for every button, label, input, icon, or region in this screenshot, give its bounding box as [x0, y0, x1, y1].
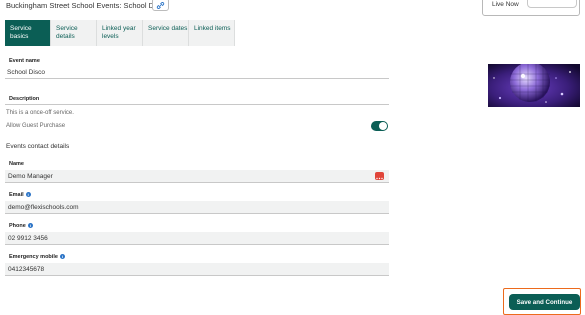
tab-linked-items[interactable]: Linked items: [189, 20, 235, 46]
emergency-value: 0412345678: [8, 266, 45, 273]
tab-service-details[interactable]: Service details: [51, 20, 97, 46]
phone-label-row: Phone i: [9, 223, 33, 229]
guest-purchase-label: Allow Guest Purchase: [6, 123, 66, 129]
live-now-toggle[interactable]: [527, 0, 577, 8]
contact-name-label: Name: [9, 161, 24, 167]
tab-service-basics[interactable]: Service basics: [5, 20, 51, 46]
event-image: [488, 64, 580, 107]
email-label: Email: [9, 192, 24, 198]
contact-name-value: Demo Manager: [8, 173, 53, 180]
email-label-row: Email i: [9, 192, 31, 198]
info-icon[interactable]: i: [27, 223, 33, 229]
email-field[interactable]: demo@flexischools.com: [5, 201, 389, 214]
phone-label: Phone: [9, 223, 26, 229]
contact-more-button[interactable]: [375, 172, 384, 180]
live-now-label: Live Now: [492, 1, 519, 8]
description-input[interactable]: [5, 98, 389, 105]
emergency-mobile-field[interactable]: 0412345678: [5, 263, 389, 276]
guest-purchase-toggle[interactable]: [371, 121, 388, 131]
contact-name-field[interactable]: Demo Manager: [5, 170, 389, 183]
emergency-label-row: Emergency mobile i: [9, 254, 65, 260]
page-title: Buckingham Street School Events: School …: [6, 1, 168, 10]
description-value: This is a once-off service.: [6, 110, 74, 116]
tab-linked-year-levels[interactable]: Linked year levels: [97, 20, 143, 46]
service-tabs: Service basics Service details Linked ye…: [5, 20, 235, 46]
info-icon[interactable]: i: [25, 192, 31, 198]
save-and-continue-button[interactable]: Save and Continue: [509, 294, 580, 310]
tab-service-dates[interactable]: Service dates: [143, 20, 189, 46]
event-name-label: Event name: [9, 58, 40, 64]
copy-link-button[interactable]: [152, 0, 169, 11]
emergency-label: Emergency mobile: [9, 254, 58, 260]
link-icon: [156, 0, 165, 14]
contact-section-title: Events contact details: [6, 143, 70, 150]
info-icon[interactable]: i: [59, 254, 65, 260]
phone-value: 02 9912 3456: [8, 235, 48, 242]
email-value: demo@flexischools.com: [8, 204, 79, 211]
more-dots-icon: [376, 167, 383, 185]
event-name-input[interactable]: School Disco: [5, 67, 389, 79]
toggle-knob: [379, 122, 387, 130]
phone-field[interactable]: 02 9912 3456: [5, 232, 389, 245]
